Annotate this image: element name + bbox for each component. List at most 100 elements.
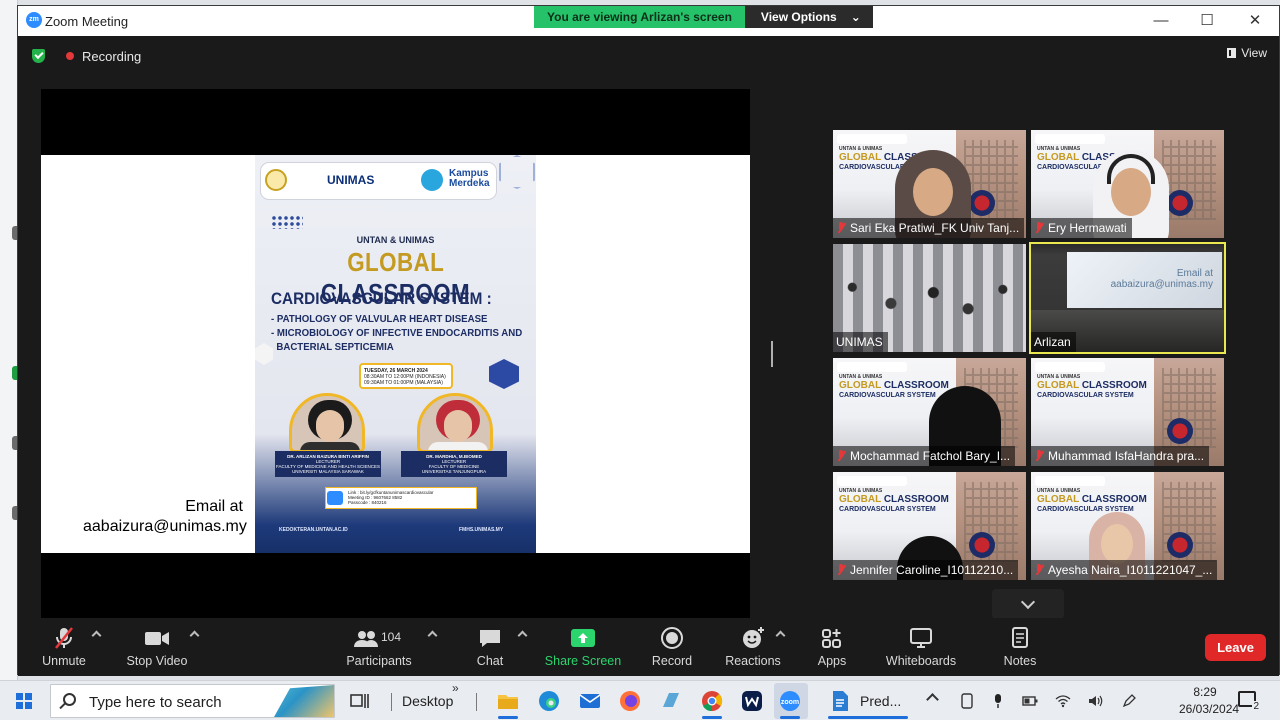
untan-seal-icon: [265, 169, 287, 191]
taskbar-app-label[interactable]: Pred...: [860, 693, 901, 709]
face-shape: [444, 410, 472, 442]
chat-options-caret[interactable]: [517, 630, 528, 641]
view-button[interactable]: View: [1227, 46, 1267, 60]
audio-options-caret[interactable]: [91, 630, 102, 641]
microphone-muted-icon: [836, 450, 846, 462]
participant-tile[interactable]: UNTAN & UNIMASGLOBAL CLASSROOMCARDIOVASC…: [1031, 358, 1224, 466]
blu-logo-icon: [421, 169, 443, 191]
participants-label: Participants: [346, 654, 412, 668]
tablet-icon[interactable]: [959, 693, 975, 709]
bg-topic: CARDIOVASCULAR SYSTEM: [839, 392, 936, 399]
wifi-icon[interactable]: [1055, 693, 1071, 709]
bg-title: GLOBAL CLASSROOM: [839, 380, 949, 391]
volume-icon[interactable]: [1087, 693, 1103, 709]
clock-date: 26/03/2024: [1179, 702, 1240, 716]
app-icon[interactable]: [659, 689, 683, 713]
projected-email: Email at aabaizura@unimas.my: [1110, 268, 1213, 290]
file-explorer-icon[interactable]: [496, 689, 520, 713]
participant-tile[interactable]: UNTAN & UNIMASGLOBAL CLASSROOMCARDIOVASC…: [833, 130, 1026, 238]
task-view-icon[interactable]: [348, 689, 372, 713]
participants-options-caret[interactable]: [427, 630, 438, 641]
participant-tile[interactable]: UNTAN & UNIMASGLOBAL CLASSROOMCARDIOVASC…: [833, 358, 1026, 466]
system-clock[interactable]: 8:29 26/03/2024: [1179, 684, 1240, 718]
chevron-up-icon[interactable]: [926, 693, 939, 706]
participant-tile[interactable]: Email at aabaizura@unimas.my Arlizan: [1029, 242, 1226, 354]
stop-video-button[interactable]: Stop Video: [122, 626, 192, 674]
chat-button[interactable]: Chat: [468, 626, 512, 674]
view-label: View: [1241, 46, 1267, 60]
shield-icon[interactable]: [32, 49, 45, 63]
email-label: Email at: [185, 498, 243, 515]
active-app-indicator: [498, 716, 518, 719]
participant-tile[interactable]: UNTAN & UNIMASGLOBAL CLASSROOMCARDIOVASC…: [1031, 130, 1224, 238]
record-button[interactable]: Record: [645, 626, 699, 674]
microphone-muted-icon: [1034, 222, 1044, 234]
zoom-icon[interactable]: zoom: [778, 689, 802, 713]
email-address: aabaizura@unimas.my: [83, 518, 247, 535]
view-options-button[interactable]: View Options ⌄: [744, 6, 873, 28]
unmute-button[interactable]: Unmute: [38, 626, 90, 674]
email-text: Email at aabaizura@unimas.my: [83, 497, 247, 537]
close-icon[interactable]: ✕: [1240, 10, 1270, 32]
zoom-badge-icon: [327, 491, 343, 505]
whiteboard-icon: [909, 626, 933, 650]
chevron-right-icon[interactable]: »: [452, 681, 459, 695]
participant-tile[interactable]: UNTAN & UNIMASGLOBAL CLASSROOMCARDIOVASC…: [1031, 472, 1224, 580]
battery-icon[interactable]: [1022, 693, 1038, 709]
windows-start-icon[interactable]: [16, 693, 32, 709]
zoom-window: zm Zoom Meeting You are viewing Arlizan'…: [17, 5, 1280, 676]
participant-tile[interactable]: UNIMAS: [833, 244, 1026, 352]
poster-logos: UNIMAS Kampus Merdeka: [261, 163, 496, 199]
active-app-indicator: [780, 716, 800, 719]
participant-name-tag: Arlizan: [1031, 332, 1076, 352]
gallery-next-page-button[interactable]: [992, 589, 1064, 619]
whiteboards-button[interactable]: Whiteboards: [884, 626, 958, 674]
participant-face: [1101, 524, 1133, 564]
viewing-banner: You are viewing Arlizan's screen View Op…: [534, 6, 873, 28]
logo-strip: [837, 362, 907, 372]
participant-tile[interactable]: UNTAN & UNIMASGLOBAL CLASSROOMCARDIOVASC…: [833, 472, 1026, 580]
hexagon-decoration: [489, 359, 519, 389]
wacom-icon[interactable]: [740, 689, 764, 713]
heart-graphic: [969, 190, 995, 216]
word-document-icon[interactable]: [828, 689, 852, 713]
logo-strip: [1035, 362, 1105, 372]
participant-name-tag: Mochammad Fatchol Bary_I...: [833, 446, 1016, 466]
reactions-button[interactable]: Reactions: [722, 626, 784, 674]
meeting-toolbar: Unmute Stop Video 104 Participants Chat …: [18, 618, 1279, 676]
minimize-icon[interactable]: —: [1146, 10, 1176, 32]
desktop-background-app: [0, 0, 20, 680]
poster-footer: KEDOKTERAN.UNTAN.AC.ID FMHS.UNIMAS.MY: [255, 523, 536, 537]
maximize-icon[interactable]: ☐: [1192, 10, 1222, 32]
search-highlight-art: [274, 685, 334, 717]
search-placeholder: Type here to search: [89, 694, 222, 711]
share-screen-button[interactable]: Share Screen: [544, 626, 622, 674]
windows-taskbar: Type here to search Desktop » zoom Pred.…: [0, 680, 1280, 720]
notification-count: 2: [1252, 701, 1260, 712]
firefox-icon[interactable]: [618, 689, 642, 713]
taskbar-search[interactable]: Type here to search: [50, 684, 335, 718]
recording-indicator[interactable]: Recording: [58, 46, 149, 66]
microphone-muted-icon: [1034, 564, 1044, 576]
participant-count: 104: [381, 630, 402, 644]
notes-button[interactable]: Notes: [1001, 626, 1039, 674]
resize-handle[interactable]: [771, 341, 773, 367]
notification-icon[interactable]: 2: [1238, 691, 1260, 712]
participant-name: Muhammad IsfaHandra pra...: [1048, 449, 1205, 463]
logo-strip: [837, 476, 907, 486]
participant-name-tag: Jennifer Caroline_I10112210...: [833, 560, 1019, 580]
video-camera-icon: [144, 626, 170, 650]
microphone-icon[interactable]: [990, 693, 1006, 709]
leave-button[interactable]: Leave: [1205, 634, 1266, 661]
pen-icon[interactable]: [1121, 693, 1137, 709]
desktop-toolbar[interactable]: Desktop: [402, 693, 453, 709]
record-dot-icon: [66, 52, 74, 60]
edge-icon[interactable]: [537, 689, 561, 713]
footer-left-url: KEDOKTERAN.UNTAN.AC.ID: [279, 527, 348, 533]
stop-video-label: Stop Video: [126, 654, 188, 668]
mail-icon[interactable]: [578, 689, 602, 713]
chrome-icon[interactable]: [700, 689, 724, 713]
apps-button[interactable]: Apps: [814, 626, 850, 674]
poster-bullets: - PATHOLOGY OF VALVULAR HEART DISEASE - …: [271, 313, 523, 353]
participants-button[interactable]: 104 Participants: [344, 626, 414, 674]
